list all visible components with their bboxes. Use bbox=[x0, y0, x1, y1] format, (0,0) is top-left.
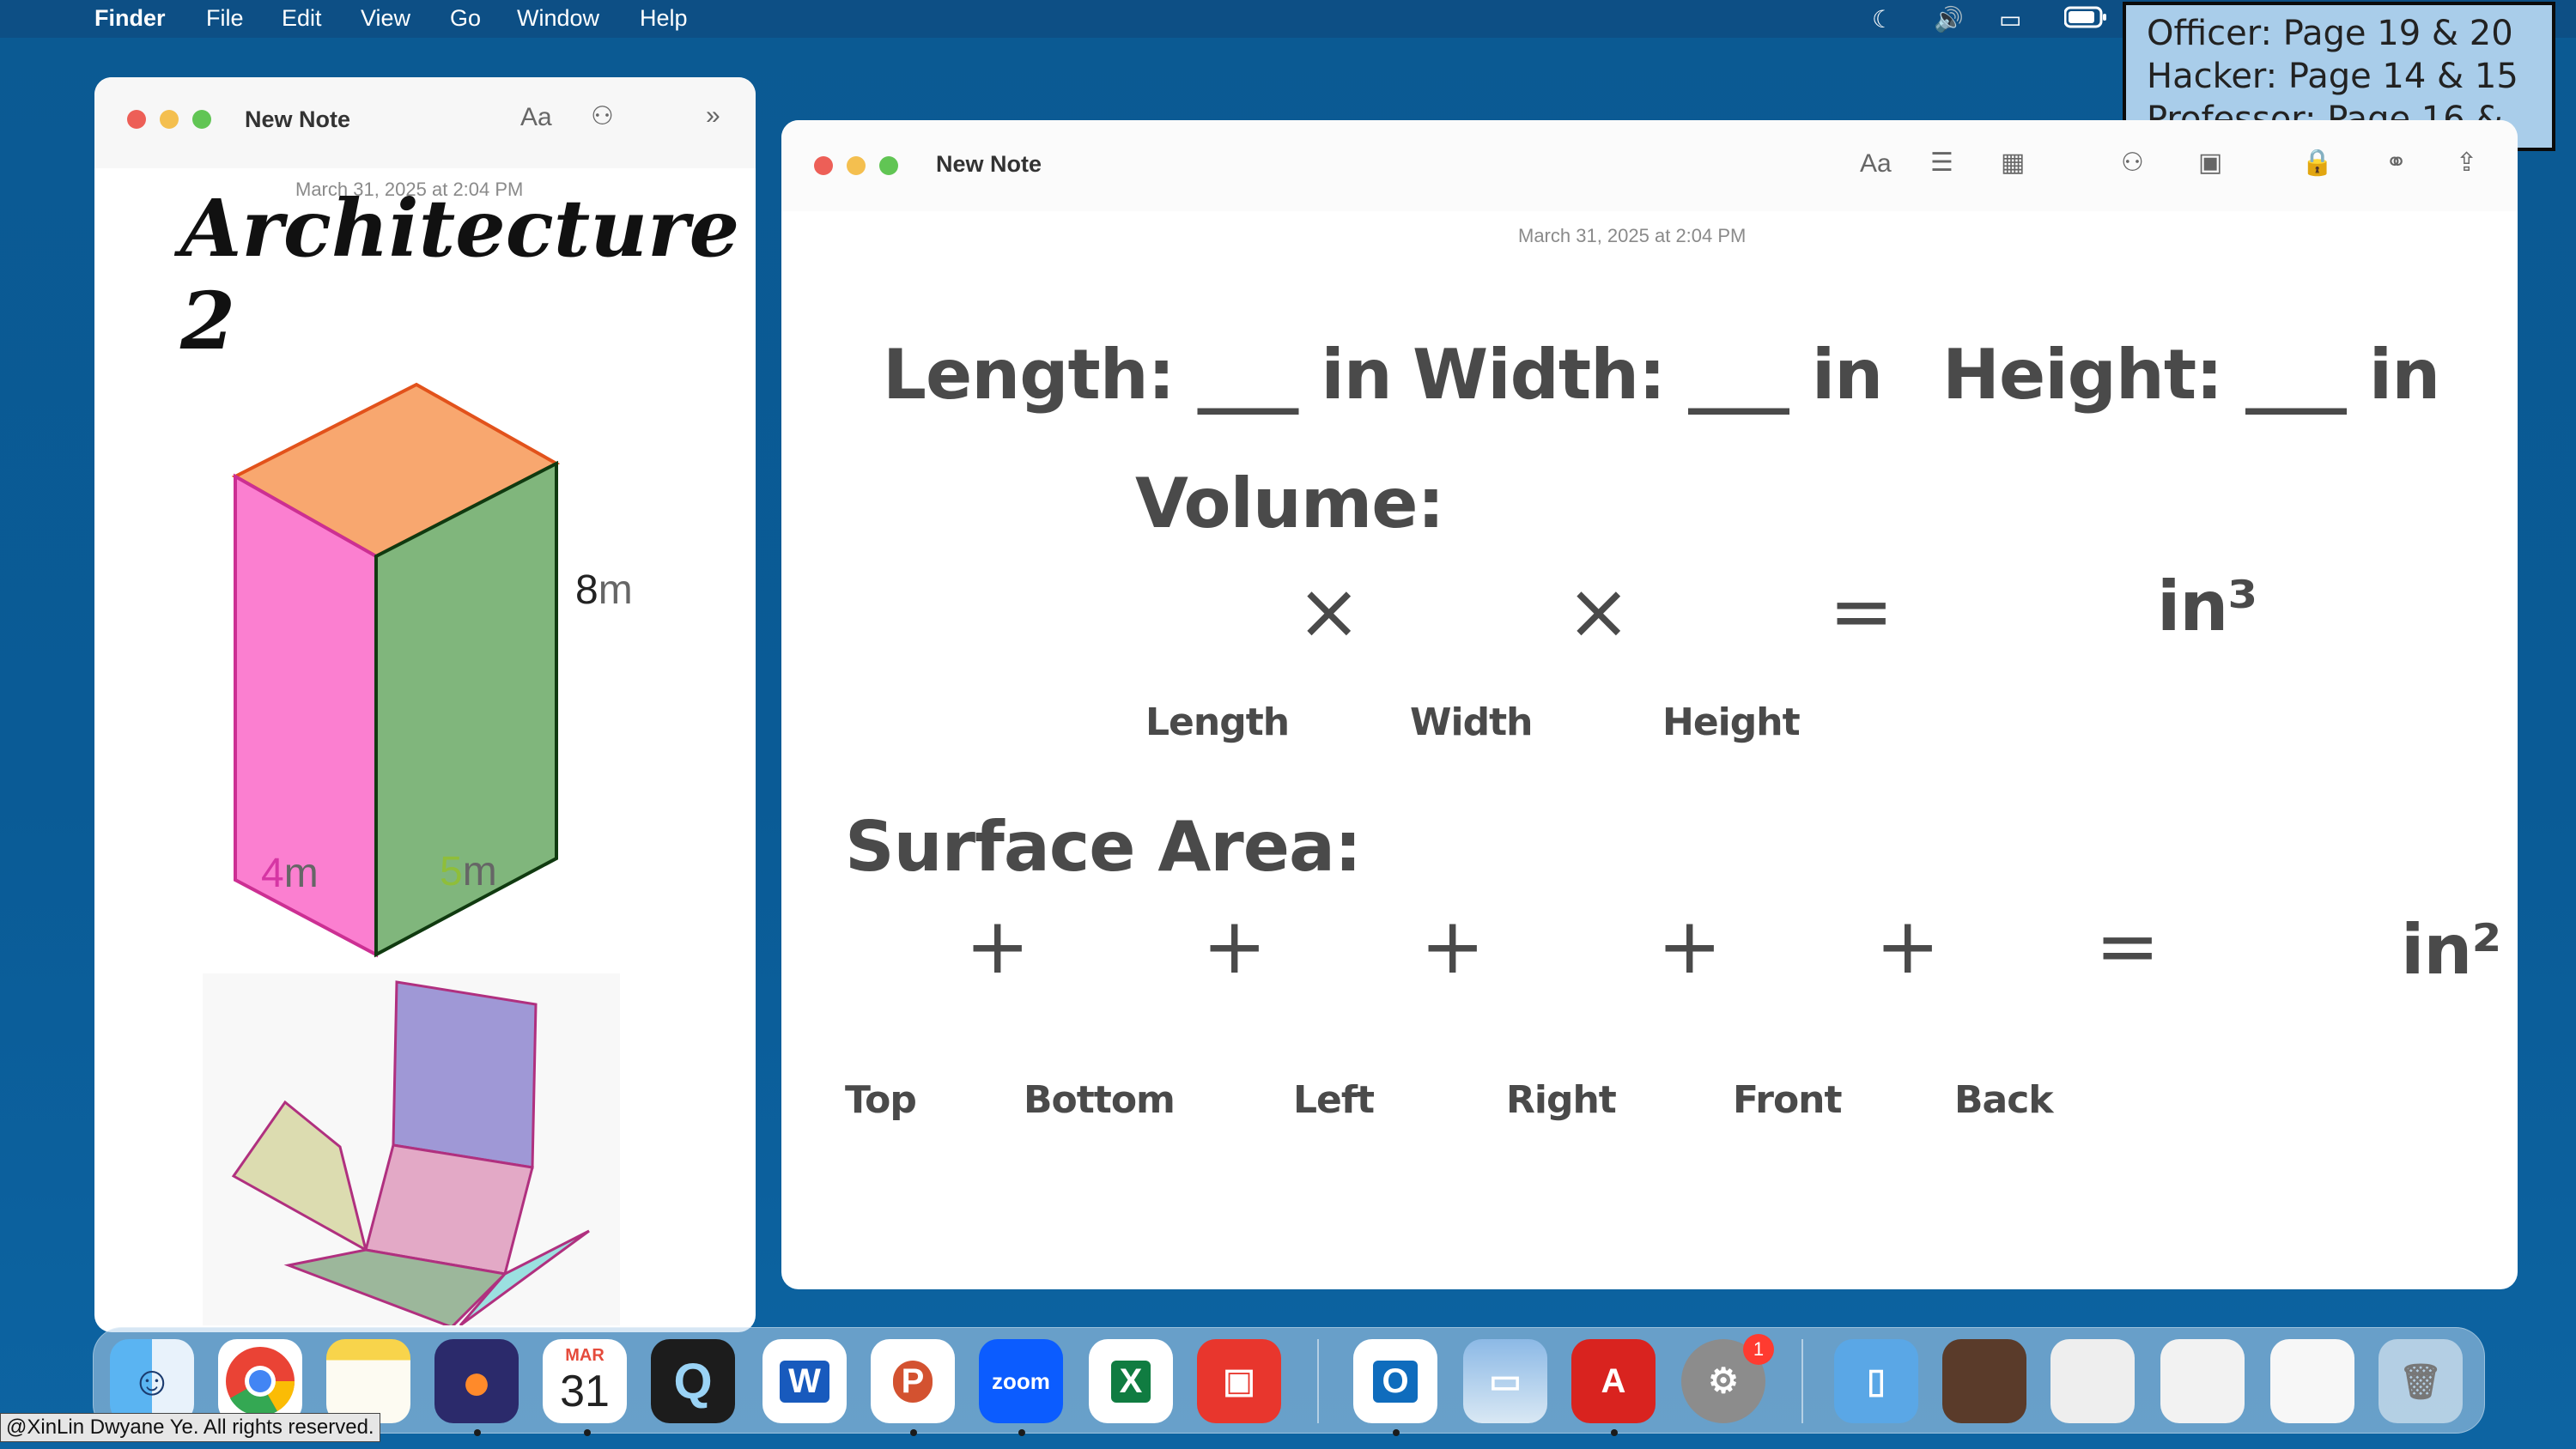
outlook-icon[interactable]: O bbox=[1353, 1339, 1437, 1423]
right-toolbar: New Note Aa ☰ ▦ ⚇ ▣ 🔒 ⚭ ⇪ bbox=[781, 120, 2518, 211]
copyright-notice: @XinLin Dwyane Ye. All rights reserved. bbox=[0, 1413, 380, 1442]
plus-sign-4: + bbox=[1657, 901, 1722, 991]
notes-icon[interactable] bbox=[326, 1339, 410, 1423]
face-top: Top bbox=[845, 1078, 917, 1122]
recent-item-thumbnail-4[interactable] bbox=[2270, 1339, 2354, 1423]
zoom-button[interactable] bbox=[192, 110, 211, 129]
prism-height-label: 8m bbox=[575, 567, 633, 613]
recent-item-thumbnail-3[interactable] bbox=[2160, 1339, 2245, 1423]
documents-folder-icon[interactable]: ▯ bbox=[1834, 1339, 1918, 1423]
share-icon[interactable]: ⇪ bbox=[2456, 148, 2477, 178]
running-indicator bbox=[1393, 1429, 1400, 1436]
battery-icon[interactable] bbox=[2063, 5, 2107, 35]
checklist-icon[interactable]: ☰ bbox=[1930, 148, 1953, 178]
preview-icon[interactable]: ▭ bbox=[1463, 1339, 1547, 1423]
chevron-more-icon[interactable]: » bbox=[706, 101, 720, 130]
lock-icon[interactable]: 🔒 bbox=[2301, 148, 2333, 178]
times-sign-2: × bbox=[1566, 567, 1631, 657]
prism-net-figure bbox=[203, 973, 620, 1325]
focus-moon-icon[interactable]: ☾ bbox=[1872, 5, 1893, 33]
menu-edit[interactable]: Edit bbox=[282, 5, 322, 32]
recent-item-thumbnail-1[interactable] bbox=[1942, 1339, 2026, 1423]
dock-separator bbox=[1801, 1339, 1803, 1423]
face-back: Back bbox=[1954, 1078, 2054, 1122]
display-icon[interactable]: ▭ bbox=[1999, 5, 2021, 33]
close-button[interactable] bbox=[127, 110, 146, 129]
menu-window[interactable]: Window bbox=[517, 5, 599, 32]
format-text-icon[interactable]: Aa bbox=[1860, 149, 1892, 179]
rectangular-prism-figure bbox=[231, 382, 561, 958]
face-front: Front bbox=[1733, 1078, 1843, 1122]
calendar-day: 31 bbox=[560, 1366, 610, 1416]
plus-sign-2: + bbox=[1202, 901, 1267, 991]
photo-booth-icon[interactable]: ▣ bbox=[1197, 1339, 1281, 1423]
menu-view[interactable]: View bbox=[361, 5, 410, 32]
running-indicator bbox=[584, 1429, 591, 1436]
plus-sign-5: + bbox=[1875, 901, 1941, 991]
quicktime-icon[interactable]: Q bbox=[651, 1339, 735, 1423]
format-text-icon[interactable]: Aa bbox=[520, 103, 552, 132]
vol-term-height: Height bbox=[1662, 700, 1801, 744]
word-icon[interactable]: W bbox=[762, 1339, 847, 1423]
width-label: Width: ___ in bbox=[1413, 335, 1883, 415]
equals-sign-surface: = bbox=[2095, 901, 2160, 991]
overlay-line-hacker: Hacker: Page 14 & 15 bbox=[2147, 57, 2518, 96]
overlay-line-officer: Officer: Page 19 & 20 bbox=[2147, 14, 2513, 53]
calendar-icon[interactable]: MAR 31 bbox=[543, 1339, 627, 1423]
share-people-icon[interactable]: ⚭ bbox=[2385, 148, 2407, 178]
collaborate-icon[interactable]: ⚇ bbox=[591, 101, 614, 131]
acrobat-icon[interactable]: A bbox=[1571, 1339, 1656, 1423]
settings-badge: 1 bbox=[1743, 1334, 1774, 1365]
zoom-app-icon[interactable]: zoom bbox=[979, 1339, 1063, 1423]
firefox-icon[interactable]: ● bbox=[434, 1339, 519, 1423]
menu-app-name[interactable]: Finder bbox=[94, 5, 166, 32]
menu-go[interactable]: Go bbox=[450, 5, 481, 32]
minimize-button[interactable] bbox=[847, 156, 866, 175]
face-right: Right bbox=[1506, 1078, 1617, 1122]
running-indicator bbox=[1018, 1429, 1025, 1436]
prism-width-label: 5m bbox=[440, 849, 497, 894]
recent-item-thumbnail-2[interactable] bbox=[2050, 1339, 2135, 1423]
running-indicator bbox=[1611, 1429, 1618, 1436]
face-left: Left bbox=[1293, 1078, 1375, 1122]
excel-icon[interactable]: X bbox=[1089, 1339, 1173, 1423]
trash-icon[interactable]: 🗑 bbox=[2379, 1339, 2463, 1423]
volume-unit: in³ bbox=[2157, 567, 2257, 646]
vol-term-length: Length bbox=[1145, 700, 1290, 744]
face-bottom: Bottom bbox=[1024, 1078, 1176, 1122]
volume-label: Volume: bbox=[1135, 464, 1444, 543]
powerpoint-icon[interactable]: P bbox=[871, 1339, 955, 1423]
volume-icon[interactable]: 🔊 bbox=[1934, 5, 1964, 33]
running-indicator bbox=[474, 1429, 481, 1436]
length-label: Length: ___ in bbox=[883, 335, 1393, 415]
note-window-left: New Note Aa ⚇ » March 31, 2025 at 2:04 P… bbox=[94, 77, 756, 1332]
prism-depth-label: 4m bbox=[261, 851, 319, 896]
table-icon[interactable]: ▦ bbox=[2001, 148, 2025, 178]
left-toolbar: New Note Aa ⚇ » bbox=[94, 77, 756, 168]
running-indicator bbox=[910, 1429, 917, 1436]
equals-sign-volume: = bbox=[1829, 567, 1894, 657]
times-sign-1: × bbox=[1297, 567, 1362, 657]
close-button[interactable] bbox=[814, 156, 833, 175]
chrome-icon[interactable] bbox=[218, 1339, 302, 1423]
surface-unit: in² bbox=[2401, 910, 2501, 990]
menu-help[interactable]: Help bbox=[640, 5, 688, 32]
menu-file[interactable]: File bbox=[206, 5, 244, 32]
plus-sign-1: + bbox=[965, 901, 1030, 991]
media-icon[interactable]: ▣ bbox=[2198, 148, 2222, 178]
zoom-button[interactable] bbox=[879, 156, 898, 175]
finder-icon[interactable]: ☺ bbox=[110, 1339, 194, 1423]
minimize-button[interactable] bbox=[160, 110, 179, 129]
note-date: March 31, 2025 at 2:04 PM bbox=[1518, 225, 1747, 246]
window-title: New Note bbox=[936, 151, 1042, 177]
note-window-right: New Note Aa ☰ ▦ ⚇ ▣ 🔒 ⚭ ⇪ March 31, 2025… bbox=[781, 120, 2518, 1289]
surface-area-label: Surface Area: bbox=[845, 807, 1362, 887]
dock-separator bbox=[1317, 1339, 1319, 1423]
plus-sign-3: + bbox=[1420, 901, 1485, 991]
height-label: Height: ___ in bbox=[1942, 335, 2440, 415]
window-title: New Note bbox=[245, 106, 351, 132]
vol-term-width: Width bbox=[1410, 700, 1533, 744]
calendar-month: MAR bbox=[565, 1345, 605, 1365]
collaborate-icon[interactable]: ⚇ bbox=[2121, 148, 2144, 178]
